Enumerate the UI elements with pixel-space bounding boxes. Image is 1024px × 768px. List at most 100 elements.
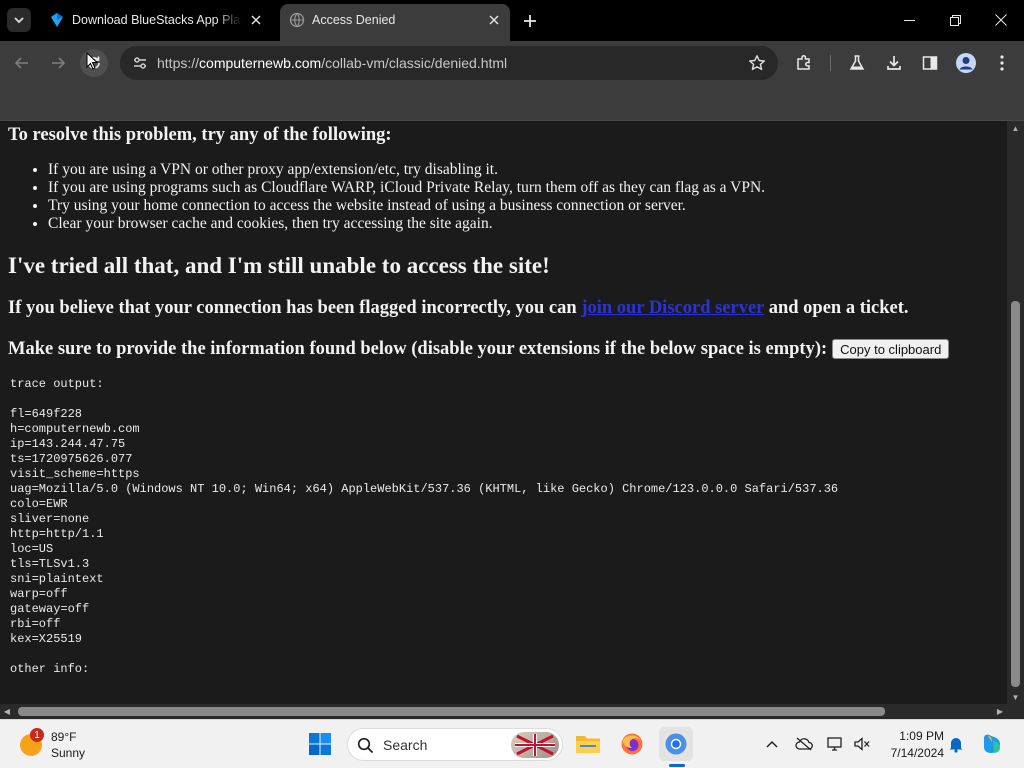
copilot-button[interactable]: [980, 732, 1004, 756]
scroll-left-arrow[interactable]: ◀: [0, 704, 14, 719]
notifications-button[interactable]: [946, 734, 966, 754]
bluestacks-icon: [51, 13, 63, 27]
trace-line: visit_scheme=https: [10, 467, 140, 481]
url-scheme: https://: [157, 55, 200, 71]
search-icon: [357, 737, 374, 754]
scroll-down-arrow[interactable]: ▼: [1007, 690, 1024, 704]
trace-output: trace output: fl=649f228 h=computernewb.co…: [10, 377, 998, 677]
address-bar[interactable]: https://computernewb.com/collab-vm/class…: [120, 46, 778, 80]
firefox-button[interactable]: [615, 727, 649, 761]
menu-button[interactable]: [988, 49, 1016, 77]
tab-access-denied[interactable]: Access Denied: [280, 4, 510, 41]
vertical-scroll-thumb[interactable]: [1011, 301, 1020, 687]
tab-strip: Download BlueStacks App Player Access De…: [0, 0, 1024, 41]
plus-icon: [524, 15, 536, 27]
start-button[interactable]: [303, 727, 337, 761]
trace-line: colo=EWR: [10, 497, 68, 511]
trace-line: sliver=none: [10, 512, 90, 526]
scrollbar-corner: [1007, 704, 1024, 719]
url-text[interactable]: https://computernewb.com/collab-vm/class…: [157, 55, 507, 71]
file-explorer-button[interactable]: [571, 727, 605, 761]
copy-to-clipboard-button[interactable]: Copy to clipboard: [832, 339, 950, 359]
bookmark-star-button[interactable]: [746, 52, 768, 74]
trace-line: warp=off: [10, 587, 68, 601]
trace-line: kex=X25519: [10, 632, 83, 646]
bell-icon: [949, 738, 963, 753]
union-jack-icon: [515, 734, 555, 756]
volume-muted-icon: [854, 737, 870, 751]
list-item: If you are using a VPN or other proxy ap…: [48, 161, 998, 179]
show-hidden-icons-button[interactable]: [762, 734, 782, 754]
other-info-label: other info:: [10, 662, 90, 676]
volume-tray-button[interactable]: [852, 734, 872, 754]
trace-line: ip=143.244.47.75: [10, 437, 126, 451]
trace-label: trace output:: [10, 377, 104, 391]
tab-title: Download BlueStacks App Player: [72, 13, 242, 27]
list-item: If you are using programs such as Cloudf…: [48, 179, 998, 197]
firefox-icon: [621, 733, 643, 755]
horizontal-scroll-thumb[interactable]: [18, 707, 885, 716]
close-icon: [489, 15, 499, 25]
taskbar-search[interactable]: Search: [347, 728, 563, 761]
chrome-button[interactable]: [659, 727, 693, 761]
trace-line: ts=1720975626.077: [10, 452, 133, 466]
active-app-indicator: [669, 764, 685, 767]
trace-line: h=computernewb.com: [10, 422, 140, 436]
monitor-icon: [827, 737, 842, 751]
arrow-left-icon: [14, 57, 28, 69]
labs-button[interactable]: [843, 49, 871, 77]
page-viewport: To resolve this problem, try any of the …: [0, 121, 1007, 704]
tab-title: Access Denied: [312, 13, 396, 27]
forward-button[interactable]: [44, 49, 72, 77]
copilot-icon: [984, 734, 1000, 753]
more-vert-icon: [1000, 55, 1004, 71]
tab-search-button[interactable]: [7, 8, 31, 32]
reload-button[interactable]: [80, 49, 108, 77]
make-sure-text: Make sure to provide the information fou…: [8, 339, 828, 359]
bookmark-bar: [0, 85, 1024, 121]
trace-line: loc=US: [10, 542, 54, 556]
scroll-up-arrow[interactable]: ▲: [1007, 121, 1024, 135]
globe-icon: [289, 12, 305, 28]
download-icon: [887, 56, 901, 70]
taskbar-clock[interactable]: 1:09 PM 7/14/2024: [884, 728, 944, 762]
minimize-button[interactable]: [886, 0, 932, 40]
folder-icon: [576, 736, 600, 753]
horizontal-scrollbar[interactable]: ◀ ▶: [0, 704, 1007, 719]
tried-heading: I've tried all that, and I'm still unabl…: [8, 253, 550, 278]
network-tray-button[interactable]: [825, 734, 845, 754]
restore-button[interactable]: [932, 0, 978, 40]
close-tab-button[interactable]: [246, 10, 266, 30]
puzzle-icon: [797, 55, 810, 70]
list-item: Try using your home connection to access…: [48, 197, 998, 215]
new-tab-button[interactable]: [518, 9, 542, 33]
discord-link[interactable]: join our Discord server: [581, 298, 764, 318]
windows-taskbar: 1 89°F Sunny Search 1:09 PM 7/14/2024: [0, 719, 1024, 768]
avatar-icon: [956, 53, 976, 73]
make-sure-heading: Make sure to provide the information fou…: [8, 337, 998, 361]
resolve-list: If you are using a VPN or other proxy ap…: [48, 161, 998, 233]
browser-toolbar: https://computernewb.com/collab-vm/class…: [0, 41, 1024, 85]
flag-text-before: If you believe that your connection has …: [8, 298, 577, 318]
downloads-button[interactable]: [880, 49, 908, 77]
tab-bluestacks[interactable]: Download BlueStacks App Player: [40, 4, 272, 37]
notification-badge: 1: [30, 728, 44, 742]
toolbar-separator: [830, 55, 831, 71]
close-tab-button[interactable]: [484, 10, 504, 30]
close-icon: [251, 15, 261, 25]
weather-description: Sunny: [51, 746, 86, 760]
close-window-button[interactable]: [978, 0, 1024, 40]
side-panel-button[interactable]: [916, 49, 944, 77]
trace-line: fl=649f228: [10, 407, 83, 421]
extensions-button[interactable]: [790, 49, 818, 77]
weather-widget[interactable]: 1 89°F Sunny: [16, 728, 126, 762]
profile-button[interactable]: [952, 49, 980, 77]
site-info-button[interactable]: [128, 51, 152, 75]
onedrive-tray-button[interactable]: [794, 734, 814, 754]
back-button[interactable]: [8, 49, 36, 77]
vertical-scrollbar[interactable]: ▲ ▼: [1007, 121, 1024, 704]
search-highlight-image: [511, 732, 559, 758]
url-host: computernewb.com: [199, 55, 322, 71]
scroll-right-arrow[interactable]: ▶: [993, 704, 1007, 719]
windows-logo-icon: [309, 733, 331, 755]
